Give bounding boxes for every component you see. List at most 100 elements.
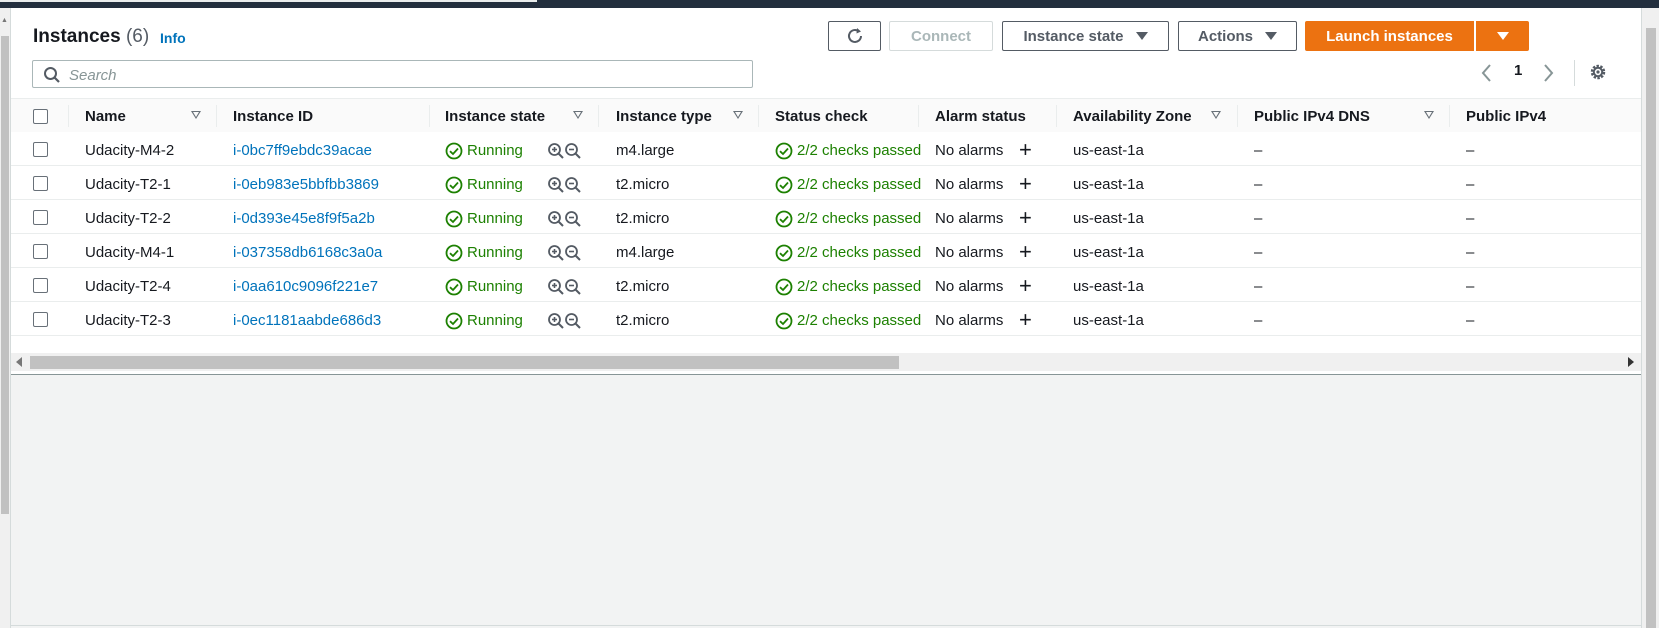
connect-label: Connect — [911, 27, 971, 45]
plus-icon[interactable]: + — [1019, 241, 1032, 263]
instance-name: Udacity-T2-3 — [85, 312, 171, 329]
alarm-status-value: No alarms — [935, 244, 1004, 261]
instance-id-link[interactable]: i-0bc7ff9ebdc39acae — [233, 142, 372, 159]
current-page-number[interactable]: 1 — [1514, 62, 1522, 79]
alarm-status-value: No alarms — [935, 278, 1004, 295]
chevron-right-icon[interactable] — [1542, 62, 1556, 84]
actions-dropdown[interactable]: Actions — [1178, 21, 1297, 51]
column-divider — [216, 105, 217, 127]
scroll-right-arrow-icon[interactable] — [1628, 357, 1634, 367]
instance-type-value: t2.micro — [616, 176, 670, 193]
zoom-in-icon[interactable] — [547, 176, 565, 199]
refresh-button[interactable] — [828, 21, 881, 51]
zoom-in-icon[interactable] — [547, 244, 565, 267]
left-scrollbar[interactable]: ▲ — [0, 8, 11, 628]
instance-id-link[interactable]: i-0ec1181aabde686d3 — [233, 312, 381, 329]
table-row[interactable]: Udacity-T2-3 i-0ec1181aabde686d3 Running t2… — [11, 302, 1641, 336]
status-check-value: 2/2 checks passed — [797, 176, 922, 193]
instance-state-value: Running — [467, 210, 523, 227]
plus-icon[interactable]: + — [1019, 173, 1032, 195]
plus-icon[interactable]: + — [1019, 139, 1032, 161]
sort-caret-icon[interactable] — [733, 111, 743, 119]
availability-zone-value: us-east-1a — [1073, 176, 1144, 193]
column-divider — [598, 105, 599, 127]
select-all-checkbox[interactable] — [33, 109, 48, 124]
column-header-public-ipv4[interactable]: Public IPv4 — [1466, 108, 1546, 125]
column-header-instance-type[interactable]: Instance type — [616, 108, 712, 125]
check-circle-icon — [445, 142, 463, 165]
right-scrollbar-thumb[interactable] — [1646, 28, 1656, 628]
search-box[interactable] — [32, 60, 753, 88]
plus-icon[interactable]: + — [1019, 309, 1032, 331]
public-ipv4-dns-value: – — [1254, 210, 1263, 227]
sort-caret-icon[interactable] — [191, 111, 201, 119]
column-header-name[interactable]: Name — [85, 108, 126, 125]
plus-icon[interactable]: + — [1019, 207, 1032, 229]
availability-zone-value: us-east-1a — [1073, 210, 1144, 227]
row-checkbox[interactable] — [33, 312, 48, 327]
instance-id-link[interactable]: i-0aa610c9096f221e7 — [233, 278, 378, 295]
instance-state-label: Instance state — [1023, 27, 1124, 45]
check-circle-icon — [445, 176, 463, 199]
table-row[interactable]: Udacity-M4-1 i-037358db6168c3a0a Running m4… — [11, 234, 1641, 268]
row-checkbox[interactable] — [33, 176, 48, 191]
launch-instances-button[interactable]: Launch instances — [1305, 21, 1474, 51]
zoom-out-icon[interactable] — [564, 176, 582, 199]
zoom-in-icon[interactable] — [547, 278, 565, 301]
public-ipv4-value: – — [1466, 176, 1475, 193]
availability-zone-value: us-east-1a — [1073, 312, 1144, 329]
column-divider — [758, 105, 759, 127]
table-row[interactable]: Udacity-T2-4 i-0aa610c9096f221e7 Running t2… — [11, 268, 1641, 302]
column-divider — [918, 105, 919, 127]
row-checkbox[interactable] — [33, 210, 48, 225]
table-row[interactable]: Udacity-T2-1 i-0eb983e5bbfbb3869 Running t2… — [11, 166, 1641, 200]
plus-icon[interactable]: + — [1019, 275, 1032, 297]
instance-type-value: m4.large — [616, 244, 675, 261]
sort-caret-icon[interactable] — [1211, 111, 1221, 119]
instance-state-dropdown[interactable]: Instance state — [1002, 21, 1169, 51]
connect-button[interactable]: Connect — [889, 21, 993, 51]
zoom-out-icon[interactable] — [564, 244, 582, 267]
sort-caret-icon[interactable] — [1424, 111, 1434, 119]
row-checkbox[interactable] — [33, 244, 48, 259]
sort-caret-icon[interactable] — [573, 111, 583, 119]
zoom-in-icon[interactable] — [547, 142, 565, 165]
row-checkbox[interactable] — [33, 142, 48, 157]
status-check-value: 2/2 checks passed — [797, 244, 922, 261]
chevron-left-icon[interactable] — [1479, 62, 1493, 84]
public-ipv4-dns-value: – — [1254, 312, 1263, 329]
instance-id-link[interactable]: i-0eb983e5bbfbb3869 — [233, 176, 379, 193]
settings-gear-icon[interactable] — [1588, 62, 1608, 82]
row-checkbox[interactable] — [33, 278, 48, 293]
launch-instances-label: Launch instances — [1326, 27, 1453, 45]
column-header-alarm-status[interactable]: Alarm status — [935, 108, 1026, 125]
zoom-in-icon[interactable] — [547, 312, 565, 335]
column-header-status-check[interactable]: Status check — [775, 108, 868, 125]
table-row[interactable]: Udacity-M4-2 i-0bc7ff9ebdc39acae Running m4… — [11, 132, 1641, 166]
instance-id-link[interactable]: i-037358db6168c3a0a — [233, 244, 382, 261]
instance-id-link[interactable]: i-0d393e45e8f9f5a2b — [233, 210, 375, 227]
column-divider — [1056, 105, 1057, 127]
zoom-out-icon[interactable] — [564, 210, 582, 233]
zoom-out-icon[interactable] — [564, 312, 582, 335]
scroll-left-arrow-icon[interactable] — [16, 357, 22, 367]
launch-instances-dropdown[interactable] — [1476, 21, 1529, 51]
column-header-availability-zone[interactable]: Availability Zone — [1073, 108, 1192, 125]
scroll-up-arrow-icon[interactable]: ▲ — [1, 17, 8, 24]
zoom-out-icon[interactable] — [564, 278, 582, 301]
column-header-instance-id[interactable]: Instance ID — [233, 108, 313, 125]
check-circle-icon — [775, 312, 793, 335]
zoom-in-icon[interactable] — [547, 210, 565, 233]
instance-count: (6) — [125, 26, 150, 47]
column-header-instance-state[interactable]: Instance state — [445, 108, 545, 125]
info-link[interactable]: Info — [160, 30, 186, 46]
right-scrollbar[interactable] — [1641, 8, 1659, 628]
column-header-public-ipv4-dns[interactable]: Public IPv4 DNS — [1254, 108, 1370, 125]
horizontal-scrollbar[interactable] — [11, 353, 1641, 371]
instance-state-value: Running — [467, 176, 523, 193]
horizontal-scrollbar-thumb[interactable] — [30, 356, 899, 369]
table-row[interactable]: Udacity-T2-2 i-0d393e45e8f9f5a2b Running t2… — [11, 200, 1641, 234]
search-input[interactable] — [67, 64, 741, 86]
left-scrollbar-thumb[interactable] — [1, 36, 9, 514]
zoom-out-icon[interactable] — [564, 142, 582, 165]
